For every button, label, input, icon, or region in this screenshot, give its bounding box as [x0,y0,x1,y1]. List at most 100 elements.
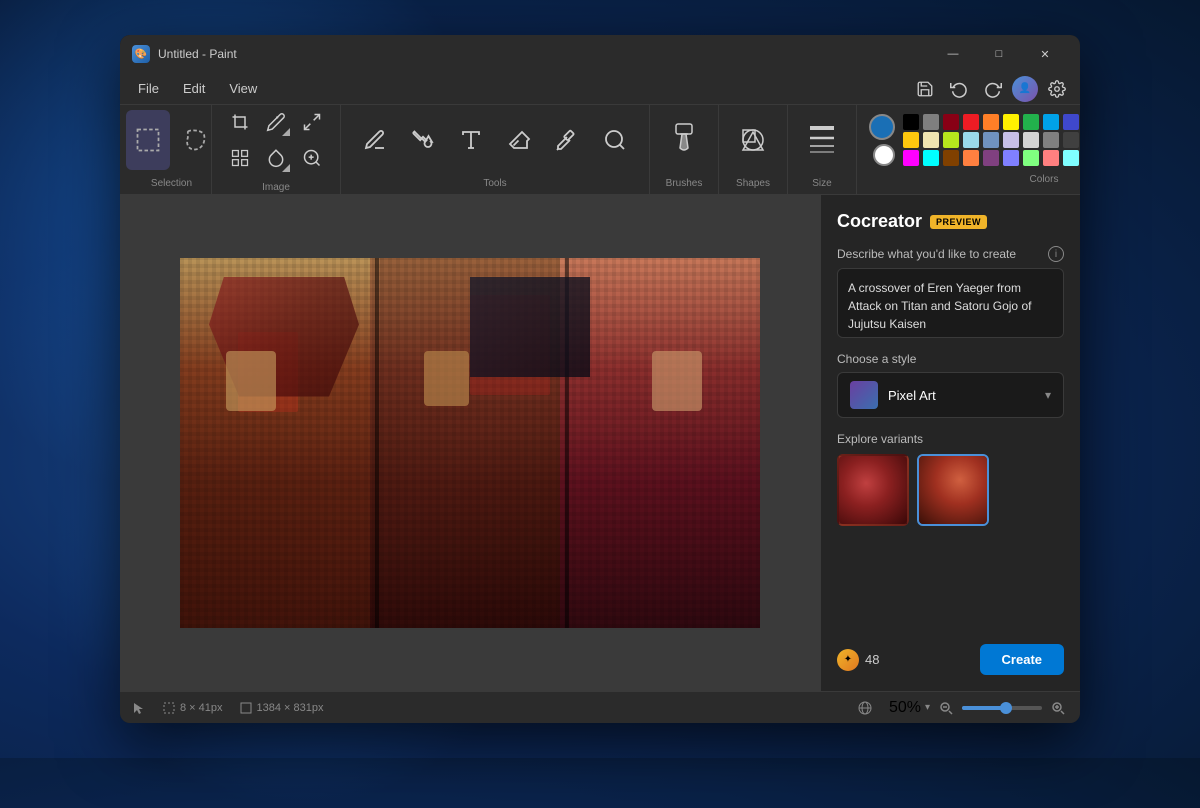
swatch-dark-orange[interactable] [943,150,959,166]
swatch-light-red[interactable] [1043,150,1059,166]
swatch-periwinkle[interactable] [1003,150,1019,166]
shapes-group: Shapes [719,105,788,194]
swatch-mint[interactable] [1023,150,1039,166]
zoom-slider[interactable] [962,706,1042,710]
text-tool[interactable] [449,110,493,170]
redo-button[interactable] [978,74,1008,104]
size-label: Size [812,178,831,189]
swatch-silver[interactable] [1023,132,1039,148]
prompt-textarea[interactable]: A crossover of Eren Yaeger from Attack o… [837,268,1064,338]
undo-button[interactable] [944,74,974,104]
variants-label: Explore variants [837,432,1064,446]
swatch-yellow[interactable] [1003,114,1019,130]
menu-edit[interactable]: Edit [173,77,215,100]
menu-bar: File Edit View 👤 [120,73,1080,105]
size-tool[interactable] [800,110,844,170]
colors-area [869,114,1080,166]
swatch-dark-red[interactable] [943,114,959,130]
selection-size-icon [162,701,176,715]
divider-1 [375,258,379,628]
style-thumbnail [850,381,878,409]
color-swatches-row3 [903,150,1080,166]
swatch-lime[interactable] [943,132,959,148]
grid-view-icon[interactable] [857,700,873,716]
zoom-out-button[interactable] [936,698,956,718]
zoom-dropdown-icon[interactable]: ▾ [925,702,930,713]
shapes-label: Shapes [736,178,770,189]
brush-paint-tool[interactable] [260,106,292,138]
settings-button[interactable] [1042,74,1072,104]
main-window: 🎨 Untitled - Paint — □ ✕ File Edit View [120,35,1080,723]
prompt-label: Describe what you'd like to create i [837,246,1064,262]
window-controls: — □ ✕ [930,35,1068,73]
swatch-gold[interactable] [903,132,919,148]
colors-group: Colors [857,105,1080,194]
swatch-light-cyan[interactable] [1063,150,1079,166]
window-title: Untitled - Paint [158,47,922,61]
swatch-red[interactable] [963,114,979,130]
swatch-green[interactable] [1023,114,1039,130]
swatch-blue[interactable] [1043,114,1059,130]
menu-right-area: 👤 [1012,74,1072,104]
resize-tool[interactable] [296,106,328,138]
canvas-area[interactable] [120,195,820,691]
swatch-cyan[interactable] [923,150,939,166]
toolbar: Selection [120,105,1080,195]
selection-size: 8 × 41px [162,701,223,715]
info-icon[interactable]: i [1048,246,1064,262]
swatch-plum[interactable] [983,150,999,166]
foreground-color[interactable] [869,114,895,140]
fill-bucket-tool[interactable] [401,110,445,170]
pencil-tool[interactable] [353,110,397,170]
close-button[interactable]: ✕ [1022,35,1068,73]
shapes-tool[interactable] [731,110,775,170]
swatch-orange[interactable] [983,114,999,130]
color-swatches-container [903,114,1080,166]
swatch-lavender[interactable] [1003,132,1019,148]
zoom-thumb[interactable] [1000,702,1012,714]
crop-tool[interactable] [224,106,256,138]
selection-rect-tool[interactable] [126,110,170,170]
grid-icon [857,700,873,716]
create-button[interactable]: Create [980,644,1064,675]
zoom-canvas-tool[interactable] [296,142,328,174]
zoom-track [962,706,1002,710]
minimize-button[interactable]: — [930,35,976,73]
status-bar: 8 × 41px 1384 × 831px 50% ▾ [120,691,1080,723]
zoom-in-button[interactable] [1048,698,1068,718]
variant-1[interactable] [837,454,909,526]
variant-2[interactable] [917,454,989,526]
menu-view[interactable]: View [219,77,267,100]
cursor-icon-area [132,701,146,715]
brushes-tool[interactable] [662,110,706,170]
fill-tool[interactable] [260,142,292,174]
style-dropdown[interactable]: Pixel Art ▾ [837,372,1064,418]
swatch-magenta[interactable] [903,150,919,166]
grid-tool[interactable] [224,142,256,174]
save-button[interactable] [910,74,940,104]
background-color[interactable] [873,144,895,166]
swatch-mid-gray[interactable] [1043,132,1059,148]
swatch-black[interactable] [903,114,919,130]
swatch-salmon[interactable] [963,150,979,166]
style-name: Pixel Art [888,388,1035,403]
menu-file[interactable]: File [128,77,169,100]
selection-tools [126,110,218,170]
swatch-tan[interactable] [923,132,939,148]
user-avatar[interactable]: 👤 [1012,76,1038,102]
swatch-steel[interactable] [983,132,999,148]
swatch-dark-gray[interactable] [1063,132,1079,148]
selection-free-tool[interactable] [174,110,218,170]
zoom-percentage[interactable]: 50% ▾ [889,699,930,717]
image-group: Image [212,105,341,194]
swatch-gray[interactable] [923,114,939,130]
eyedropper-tool[interactable] [545,110,589,170]
swatch-indigo[interactable] [1063,114,1079,130]
variant-1-image [839,456,907,524]
magnifier-tool[interactable] [593,110,637,170]
swatch-sky[interactable] [963,132,979,148]
tools-row [353,110,637,170]
maximize-button[interactable]: □ [976,35,1022,73]
eraser-tool[interactable] [497,110,541,170]
image-tools-row2 [224,142,328,174]
